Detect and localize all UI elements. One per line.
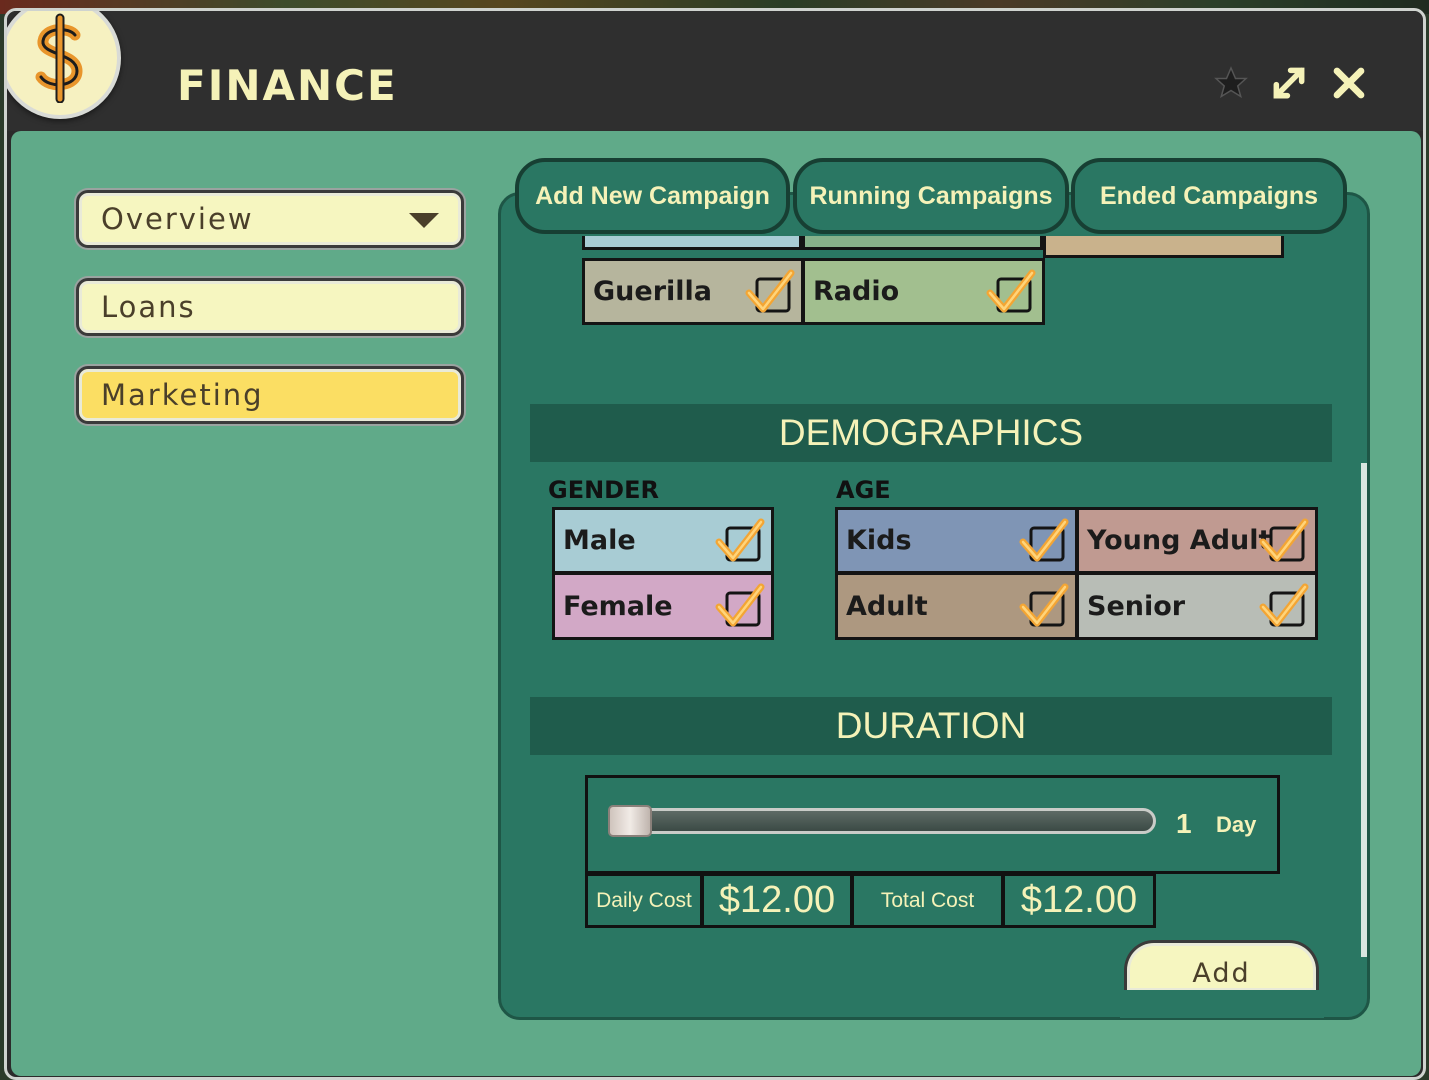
option-label: Young Adult xyxy=(1087,525,1272,556)
checkmark-icon xyxy=(715,583,765,627)
sidebar-item-overview[interactable]: Overview xyxy=(76,190,464,248)
checkmark-icon xyxy=(715,518,765,562)
duration-unit: Day xyxy=(1216,812,1257,837)
close-icon xyxy=(1333,67,1365,99)
media-option-hidden xyxy=(802,236,1043,250)
checkmark-icon xyxy=(1019,583,1069,627)
panel-footer xyxy=(1120,990,1324,1018)
total-cost-value: $12.00 xyxy=(1002,873,1156,928)
checkmark-icon xyxy=(745,269,795,313)
favorite-button[interactable] xyxy=(1211,63,1251,103)
checkmark-icon xyxy=(1019,518,1069,562)
option-label: Male xyxy=(563,525,636,556)
scrollbar[interactable] xyxy=(1361,463,1367,957)
star-icon xyxy=(1214,66,1248,99)
add-button-label: Add xyxy=(1192,957,1251,989)
duration-slider-track[interactable] xyxy=(608,808,1156,834)
gender-option-female[interactable]: Female xyxy=(552,572,774,640)
checkmark-icon xyxy=(986,269,1036,313)
add-button[interactable]: Add xyxy=(1124,940,1319,991)
tab-running-campaigns[interactable]: Running Campaigns xyxy=(793,158,1069,234)
title-bar: FINANCE xyxy=(7,11,1423,131)
tab-add-new-campaign[interactable]: Add New Campaign xyxy=(515,158,790,234)
option-label: Adult xyxy=(846,590,928,622)
sidebar-item-marketing[interactable]: Marketing xyxy=(76,366,464,424)
gender-label: GENDER xyxy=(548,476,659,504)
option-label: Radio xyxy=(813,276,900,307)
expand-button[interactable] xyxy=(1269,63,1309,103)
duration-slider-handle[interactable] xyxy=(608,805,652,837)
option-label: Kids xyxy=(846,525,912,556)
media-option-hidden xyxy=(1043,236,1284,258)
daily-cost-value: $12.00 xyxy=(701,873,853,928)
age-option-kids[interactable]: Kids xyxy=(835,507,1078,574)
sidebar-item-label: Loans xyxy=(101,290,196,324)
media-option-radio[interactable]: Radio xyxy=(802,258,1045,325)
checkmark-icon xyxy=(1259,583,1309,627)
duration-slider-box: 1 Day xyxy=(585,775,1280,874)
age-label: AGE xyxy=(836,476,891,504)
daily-cost-label: Daily Cost xyxy=(585,873,703,928)
age-option-adult[interactable]: Adult xyxy=(835,572,1078,640)
chevron-down-icon xyxy=(409,213,439,228)
duration-heading: DURATION xyxy=(530,697,1332,755)
media-option-guerilla[interactable]: Guerilla xyxy=(582,258,804,325)
demographics-heading: DEMOGRAPHICS xyxy=(530,404,1332,462)
expand-icon xyxy=(1273,67,1305,99)
sidebar-item-label: Marketing xyxy=(101,378,264,412)
age-option-young-adult[interactable]: Young Adult xyxy=(1076,507,1318,574)
gender-option-male[interactable]: Male xyxy=(552,507,774,574)
sidebar-item-label: Overview xyxy=(101,202,254,236)
total-cost-label: Total Cost xyxy=(851,873,1004,928)
option-label: Guerilla xyxy=(593,276,712,307)
sidebar-item-loans[interactable]: Loans xyxy=(76,278,464,336)
checkmark-icon xyxy=(1259,518,1309,562)
age-option-senior[interactable]: Senior xyxy=(1076,572,1318,640)
close-button[interactable] xyxy=(1329,63,1369,103)
tab-ended-campaigns[interactable]: Ended Campaigns xyxy=(1071,158,1347,234)
duration-value: 1 xyxy=(1176,808,1192,839)
option-label: Female xyxy=(563,590,673,622)
window-title: FINANCE xyxy=(177,61,398,110)
media-option-hidden xyxy=(582,236,802,250)
option-label: Senior xyxy=(1087,590,1186,622)
